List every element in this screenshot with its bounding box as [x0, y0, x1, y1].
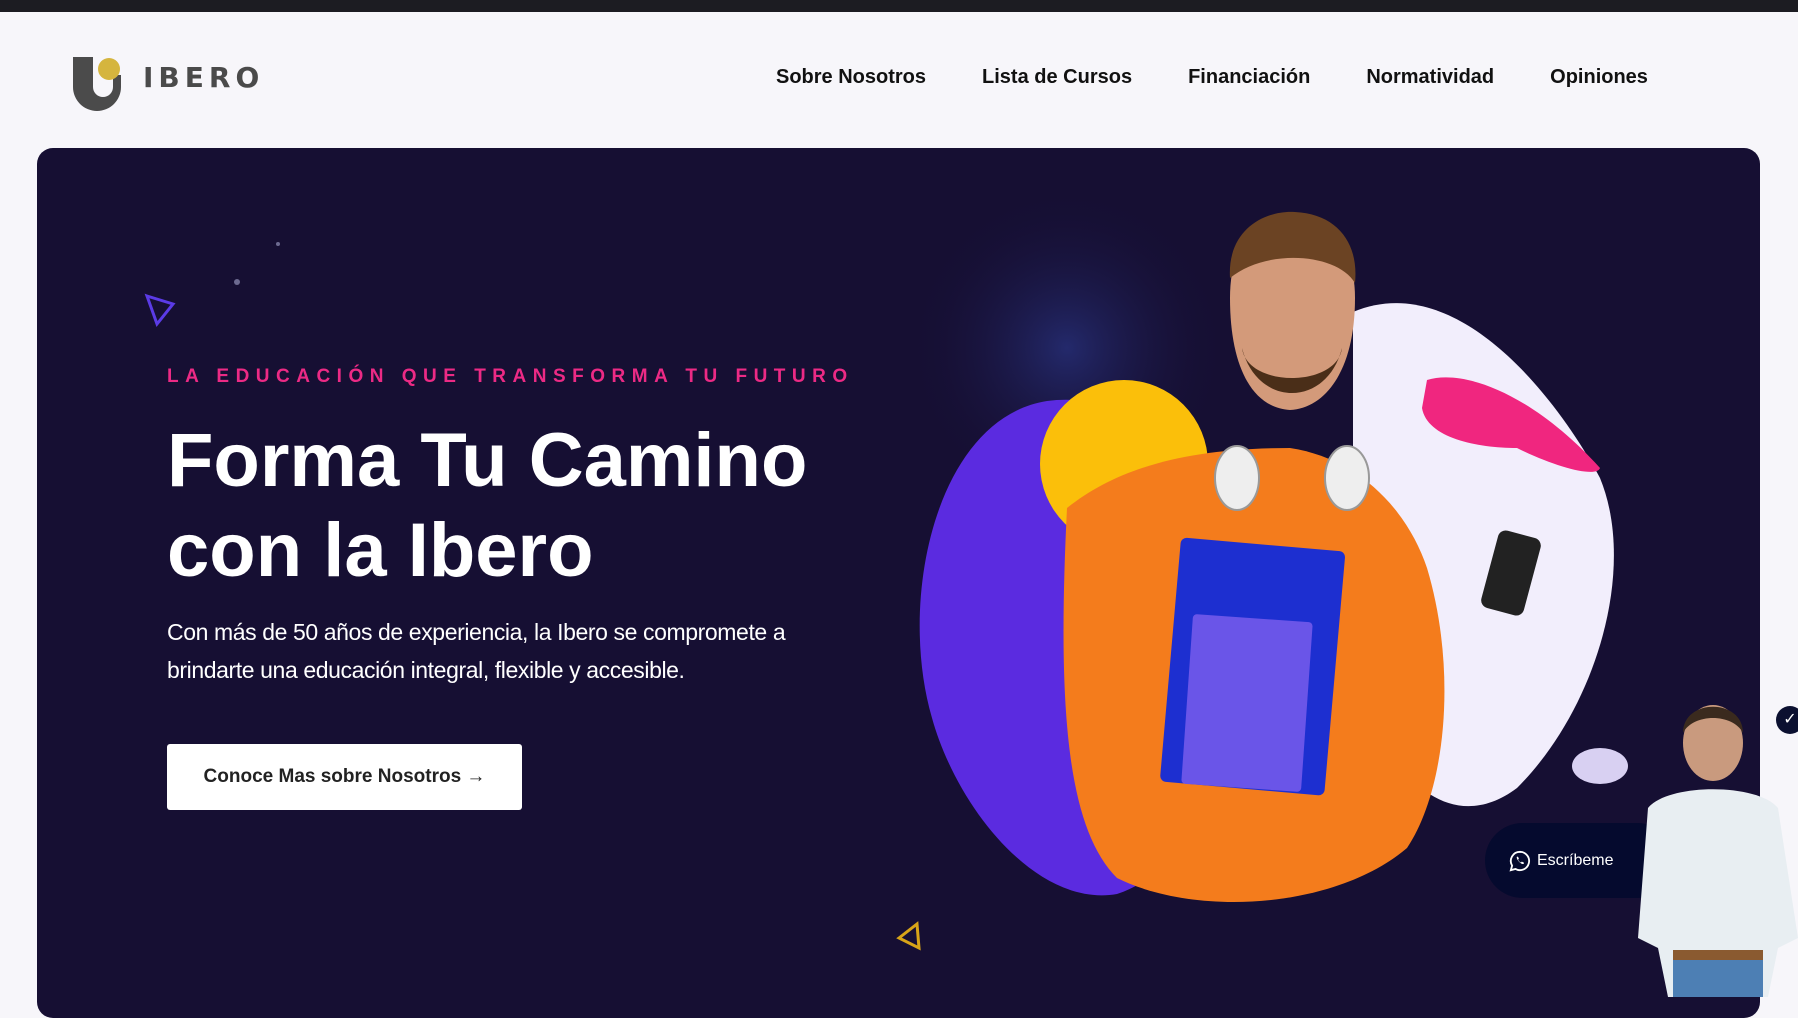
- collapse-chevron-icon[interactable]: ✓: [1776, 706, 1798, 734]
- hero-title-line1: Forma Tu Camino: [167, 418, 808, 503]
- hero-description: Con más de 50 años de experiencia, la Ib…: [167, 619, 786, 683]
- nav-lista-de-cursos[interactable]: Lista de Cursos: [982, 66, 1132, 89]
- browser-top-bar: [0, 0, 1798, 12]
- nav-opiniones[interactable]: Opiniones: [1550, 66, 1648, 89]
- brand-name: IBERO: [143, 60, 265, 94]
- nav-sobre-nosotros[interactable]: Sobre Nosotros: [776, 66, 926, 89]
- nav-financiacion[interactable]: Financiación: [1188, 66, 1310, 89]
- chat-agent-photo: [1638, 705, 1798, 997]
- hero-tagline: LA EDUCACIÓN QUE TRANSFORMA TU FUTURO: [167, 366, 854, 387]
- whatsapp-chat-label: Escríbeme: [1537, 851, 1614, 869]
- main-nav: Sobre Nosotros Lista de Cursos Financiac…: [776, 66, 1648, 89]
- whatsapp-icon: [1509, 850, 1531, 871]
- hero-title-line2: con la Ibero: [167, 508, 594, 593]
- about-us-button[interactable]: Conoce Mas sobre Nosotros →: [167, 744, 522, 810]
- triangle-decoration: [144, 293, 176, 328]
- hero-title: Forma Tu Camino con la Ibero: [167, 416, 807, 596]
- ibero-logo[interactable]: IBERO: [73, 57, 264, 111]
- triangle-decoration: [896, 921, 921, 951]
- nav-normatividad[interactable]: Normatividad: [1366, 66, 1494, 89]
- ibero-shield-icon: [73, 57, 121, 111]
